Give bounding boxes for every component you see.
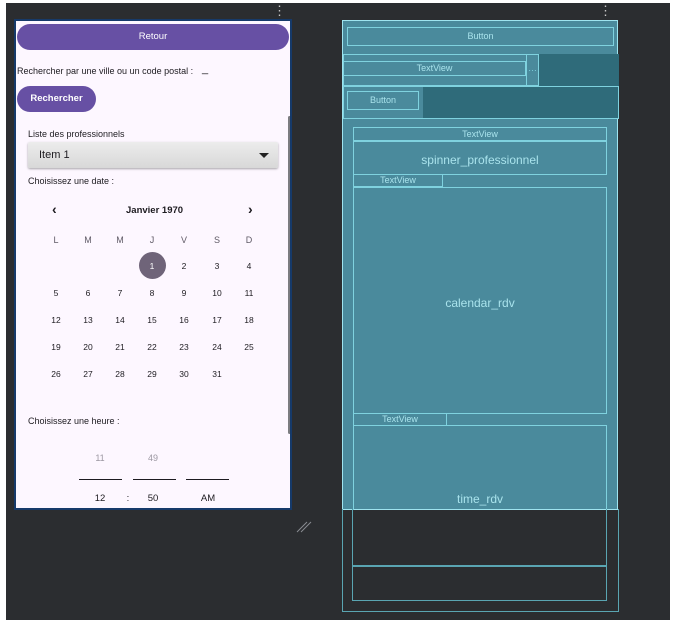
- next-month-icon[interactable]: ›: [248, 201, 253, 217]
- scrollbar[interactable]: [288, 116, 290, 434]
- calendar-day[interactable]: 31: [207, 369, 227, 379]
- calendar-day[interactable]: 11: [239, 288, 259, 298]
- calendar-day[interactable]: 4: [239, 261, 259, 271]
- calendar-day[interactable]: 21: [110, 342, 130, 352]
- blueprint-list-textview[interactable]: TextView: [353, 127, 607, 141]
- calendar-day[interactable]: 16: [174, 315, 194, 325]
- ampm-value[interactable]: AM: [194, 493, 222, 504]
- blueprint-bottom-element: [352, 566, 607, 601]
- calendar-day[interactable]: 8: [142, 288, 162, 298]
- calendar-day[interactable]: 9: [174, 288, 194, 298]
- calendar-day[interactable]: 25: [239, 342, 259, 352]
- minute-divider: [133, 479, 176, 480]
- caret-down-icon: [259, 153, 269, 158]
- blueprint-search-textview[interactable]: TextView: [343, 61, 526, 76]
- weekday-header: J: [149, 235, 155, 245]
- calendar-day[interactable]: 18: [239, 315, 259, 325]
- professionals-label: Liste des professionnels: [28, 129, 125, 139]
- prev-month-icon[interactable]: ‹: [52, 201, 57, 217]
- calendar-day[interactable]: 19: [46, 342, 66, 352]
- weekday-header: D: [245, 235, 253, 245]
- calendar-day[interactable]: 17: [207, 315, 227, 325]
- blueprint-view: Button TextView … Button TextView spinne…: [342, 20, 619, 510]
- calendar-day[interactable]: 23: [174, 342, 194, 352]
- calendar-day[interactable]: 2: [174, 261, 194, 271]
- calendar-day-selected[interactable]: 1: [138, 252, 166, 279]
- minute-value[interactable]: 50: [141, 493, 165, 504]
- spinner-selected-value: Item 1: [39, 149, 70, 161]
- blueprint-time-picker-overflow: [352, 509, 607, 566]
- calendar-day[interactable]: 29: [142, 369, 162, 379]
- calendar-day[interactable]: 3: [207, 261, 227, 271]
- blueprint-spinner[interactable]: spinner_professionnel: [353, 141, 607, 175]
- blueprint-search-input[interactable]: …: [526, 54, 539, 86]
- weekday-header: M: [84, 235, 92, 245]
- blueprint-search-button[interactable]: Button: [347, 91, 419, 110]
- weekday-header: L: [53, 235, 59, 245]
- blueprint-time-picker[interactable]: time_rdv: [353, 425, 607, 510]
- calendar-month-title: Janvier 1970: [126, 205, 184, 216]
- blueprint-date-textview[interactable]: TextView: [353, 174, 443, 187]
- resize-handle-icon[interactable]: [295, 514, 315, 534]
- calendar-day[interactable]: 7: [110, 288, 130, 298]
- blueprint-empty-space-2: [423, 87, 618, 118]
- weekday-header: M: [116, 235, 124, 245]
- blueprint-calendar[interactable]: calendar_rdv: [353, 187, 607, 414]
- calendar-day[interactable]: 12: [46, 315, 66, 325]
- preview-menu-icon[interactable]: ⋮: [273, 4, 286, 17]
- calendar-day[interactable]: 26: [46, 369, 66, 379]
- hour-value[interactable]: 12: [88, 493, 112, 504]
- calendar-day[interactable]: 15: [142, 315, 162, 325]
- calendar-day[interactable]: 20: [78, 342, 98, 352]
- hour-above-value: 11: [95, 453, 105, 463]
- date-label: Choisissez une date :: [28, 176, 115, 186]
- design-preview: Retour Rechercher par une ville ou un co…: [14, 19, 292, 510]
- calendar-day[interactable]: 14: [110, 315, 130, 325]
- back-button[interactable]: Retour: [17, 24, 289, 50]
- search-button[interactable]: Rechercher: [17, 86, 96, 112]
- calendar-day[interactable]: 27: [78, 369, 98, 379]
- blueprint-menu-icon[interactable]: ⋮: [599, 4, 612, 17]
- calendar-day[interactable]: 5: [46, 288, 66, 298]
- calendar-day[interactable]: 30: [174, 369, 194, 379]
- calendar-day[interactable]: 28: [110, 369, 130, 379]
- calendar-day[interactable]: 13: [78, 315, 98, 325]
- time-label: Choisissez une heure :: [28, 416, 120, 426]
- calendar-day[interactable]: 6: [78, 288, 98, 298]
- search-label: Rechercher par une ville ou un code post…: [17, 66, 194, 76]
- blueprint-empty-space: [539, 54, 619, 86]
- search-input[interactable]: _: [202, 63, 208, 75]
- time-separator: :: [126, 493, 130, 504]
- ampm-divider: [186, 479, 229, 480]
- calendar-day[interactable]: 24: [207, 342, 227, 352]
- blueprint-back-button[interactable]: Button: [347, 27, 614, 46]
- minute-above-value: 49: [147, 453, 158, 463]
- calendar-day[interactable]: 10: [207, 288, 227, 298]
- hour-divider: [79, 479, 122, 480]
- weekday-header: S: [213, 235, 220, 245]
- professionals-spinner[interactable]: Item 1: [28, 142, 278, 168]
- calendar-day[interactable]: 22: [142, 342, 162, 352]
- weekday-header: V: [180, 235, 187, 245]
